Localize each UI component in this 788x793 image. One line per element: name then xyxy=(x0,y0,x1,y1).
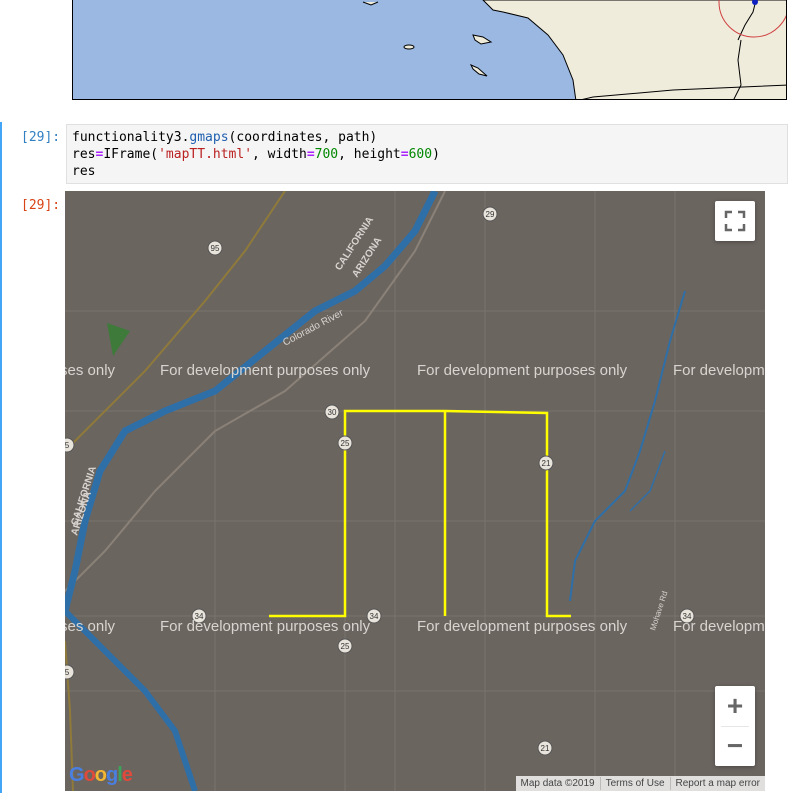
code-token: , height xyxy=(338,147,401,162)
coastline-map xyxy=(73,0,786,99)
svg-text:5: 5 xyxy=(65,668,70,677)
dev-watermark: ses only xyxy=(65,618,116,635)
code-token: 'mapTT.html' xyxy=(158,147,253,162)
code-token: = xyxy=(306,147,315,162)
road-shield: 25 xyxy=(337,435,353,451)
code-token: functionality3. xyxy=(72,130,190,145)
gmaps-iframe[interactable]: 95 29 30 25 21 34 34 25 34 21 5 5 CALIFO… xyxy=(65,191,765,791)
svg-text:21: 21 xyxy=(542,459,551,468)
code-cell[interactable]: functionality3.gmaps(coordinates, path) … xyxy=(66,124,788,184)
svg-text:29: 29 xyxy=(486,210,495,219)
fullscreen-icon xyxy=(724,210,746,232)
code-line-2: res=IFrame('mapTT.html', width=700, heig… xyxy=(72,147,440,162)
terms-link[interactable]: Terms of Use xyxy=(599,777,670,790)
road-shield: 21 xyxy=(538,455,554,471)
code-token: res xyxy=(72,147,96,162)
road-shield: 25 xyxy=(337,638,353,654)
dev-watermark: For development purposes only xyxy=(417,362,628,379)
dev-watermark: For developm xyxy=(673,362,765,379)
code-token: gmaps xyxy=(189,130,229,145)
output-prompt: [29]: xyxy=(21,198,61,213)
dev-watermark: For development purposes only xyxy=(160,618,371,635)
code-line-3: res xyxy=(72,164,95,179)
svg-text:21: 21 xyxy=(541,744,550,753)
code-token: = xyxy=(400,147,409,162)
zoom-out-button[interactable]: − xyxy=(715,726,755,766)
dev-watermark: For developm xyxy=(673,618,765,635)
road-shield: 21 xyxy=(537,740,553,756)
code-line-1: functionality3.gmaps(coordinates, path) xyxy=(72,130,377,145)
road-shield: 95 xyxy=(207,240,223,256)
road-shield: 5 xyxy=(65,437,75,453)
code-token: 700 xyxy=(314,147,339,162)
dev-watermark: ses only xyxy=(65,362,116,379)
svg-text:25: 25 xyxy=(341,439,350,448)
code-token: ) xyxy=(432,147,440,162)
code-token: res xyxy=(72,164,96,179)
map-data-label: Map data ©2019 xyxy=(520,778,595,789)
code-token: 600 xyxy=(408,147,433,162)
zoom-in-button[interactable]: + xyxy=(715,686,755,726)
svg-text:5: 5 xyxy=(65,441,70,450)
fullscreen-button[interactable] xyxy=(715,201,755,241)
code-token: IFrame( xyxy=(103,147,159,162)
google-logo[interactable]: Google xyxy=(69,764,133,787)
dev-watermark: For development purposes only xyxy=(417,618,628,635)
previous-map-output xyxy=(72,0,787,100)
code-token: , width xyxy=(252,147,307,162)
svg-text:95: 95 xyxy=(211,244,220,253)
code-token: (coordinates, path) xyxy=(228,130,378,145)
map-attribution: Map data ©2019 Terms of Use Report a map… xyxy=(515,776,765,791)
zoom-control: + − xyxy=(715,686,755,766)
svg-text:30: 30 xyxy=(328,408,337,417)
input-prompt: [29]: xyxy=(21,130,61,145)
map-canvas[interactable]: 95 29 30 25 21 34 34 25 34 21 5 5 CALIFO… xyxy=(65,191,765,791)
svg-text:25: 25 xyxy=(341,642,350,651)
road-shield: 29 xyxy=(482,206,498,222)
cell-active-indicator xyxy=(0,122,2,793)
svg-text:34: 34 xyxy=(370,612,379,621)
road-shield: 5 xyxy=(65,664,75,680)
road-shield: 30 xyxy=(324,404,340,420)
report-error-link[interactable]: Report a map error xyxy=(669,777,765,790)
dev-watermark: For development purposes only xyxy=(160,362,371,379)
